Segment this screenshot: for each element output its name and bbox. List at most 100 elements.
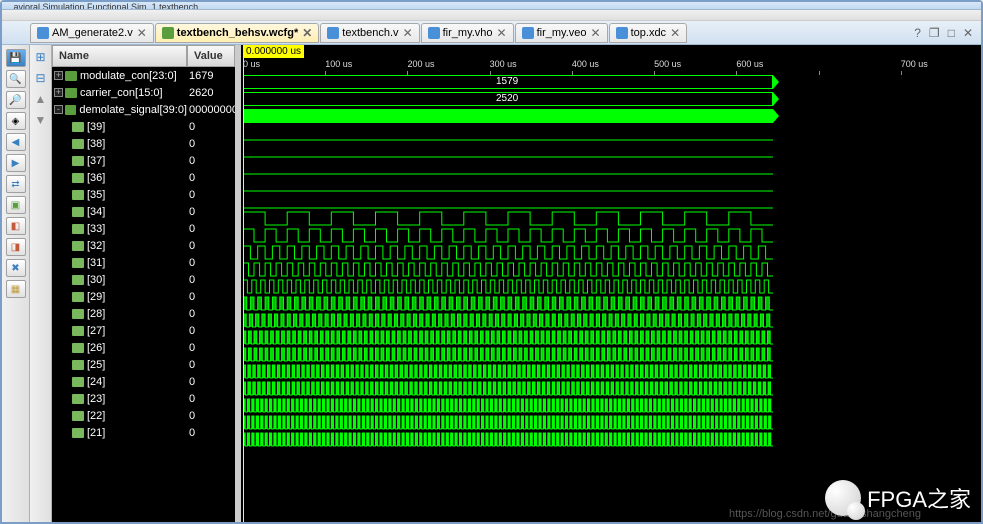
- signal-value[interactable]: 0: [187, 390, 235, 407]
- signal-value[interactable]: 0: [187, 237, 235, 254]
- waveform-viewer[interactable]: 0.000000 us 0 us100 us200 us300 us400 us…: [241, 45, 981, 522]
- bit-waveform[interactable]: [243, 228, 773, 243]
- signal-value[interactable]: 0: [187, 305, 235, 322]
- tab-5[interactable]: top.xdc✕: [609, 23, 688, 43]
- signal-name-row[interactable]: +carrier_con[15:0]: [52, 84, 187, 101]
- close-icon[interactable]: ✕: [137, 26, 147, 40]
- close-icon[interactable]: ✕: [670, 26, 680, 40]
- bit-waveform[interactable]: [243, 177, 773, 192]
- move-down-icon[interactable]: ▼: [33, 112, 49, 128]
- name-header[interactable]: Name: [52, 45, 187, 67]
- signal-name-row[interactable]: +modulate_con[23:0]: [52, 67, 187, 84]
- signal-name-row[interactable]: [32]: [52, 237, 187, 254]
- bit-waveform[interactable]: [243, 160, 773, 175]
- bit-waveform[interactable]: [243, 364, 773, 379]
- restore-icon[interactable]: ❐: [929, 26, 940, 40]
- bit-waveform[interactable]: [243, 126, 773, 141]
- swap-button[interactable]: ⇄: [6, 175, 26, 193]
- signal-value[interactable]: 0: [187, 254, 235, 271]
- signal-name-row[interactable]: [24]: [52, 373, 187, 390]
- close-panel-icon[interactable]: ✕: [963, 26, 973, 40]
- tab-4[interactable]: fir_my.veo✕: [515, 23, 608, 43]
- cursor-line[interactable]: [243, 45, 244, 522]
- signal-value[interactable]: 0: [187, 220, 235, 237]
- signal-name-row[interactable]: [30]: [52, 271, 187, 288]
- collapse-tool-icon[interactable]: ⊟: [33, 70, 49, 86]
- signal-value[interactable]: 0: [187, 118, 235, 135]
- bit-waveform[interactable]: [243, 330, 773, 345]
- signal-name-row[interactable]: [39]: [52, 118, 187, 135]
- close-icon[interactable]: ✕: [591, 26, 601, 40]
- signal-value[interactable]: 0: [187, 186, 235, 203]
- bit-waveform[interactable]: [243, 211, 773, 226]
- close-icon[interactable]: ✕: [302, 26, 312, 40]
- bit-waveform[interactable]: [243, 245, 773, 260]
- signal-value[interactable]: 0: [187, 339, 235, 356]
- zoom-in-button[interactable]: 🔍: [6, 70, 26, 88]
- signal-value[interactable]: 1679: [187, 67, 235, 84]
- signal-name-row[interactable]: [27]: [52, 322, 187, 339]
- signal-value[interactable]: 00000000: [187, 101, 235, 118]
- signal-value[interactable]: 0: [187, 373, 235, 390]
- maximize-icon[interactable]: □: [948, 26, 955, 40]
- tab-0[interactable]: AM_generate2.v✕: [30, 23, 154, 43]
- signal-value[interactable]: 0: [187, 288, 235, 305]
- signal-value[interactable]: 0: [187, 424, 235, 441]
- signal-name-row[interactable]: [36]: [52, 169, 187, 186]
- bit-waveform[interactable]: [243, 415, 773, 430]
- bit-waveform[interactable]: [243, 262, 773, 277]
- signal-name-row[interactable]: [35]: [52, 186, 187, 203]
- bit-waveform[interactable]: [243, 432, 773, 447]
- signal-value[interactable]: 0: [187, 203, 235, 220]
- expand-icon[interactable]: -: [54, 105, 63, 114]
- bit-waveform[interactable]: [243, 347, 773, 362]
- value-header[interactable]: Value: [187, 45, 235, 67]
- move-up-icon[interactable]: ▲: [33, 91, 49, 107]
- tab-3[interactable]: fir_my.vho✕: [421, 23, 514, 43]
- prev-edge-button[interactable]: ◀: [6, 133, 26, 151]
- remove-button[interactable]: ✖: [6, 259, 26, 277]
- close-icon[interactable]: ✕: [403, 26, 413, 40]
- signal-value[interactable]: 0: [187, 271, 235, 288]
- signal-name-row[interactable]: [28]: [52, 305, 187, 322]
- zoom-out-button[interactable]: 🔎: [6, 91, 26, 109]
- signal-name-row[interactable]: [31]: [52, 254, 187, 271]
- bit-waveform[interactable]: [243, 143, 773, 158]
- menubar[interactable]: [2, 10, 981, 21]
- prev-marker-button[interactable]: ◧: [6, 217, 26, 235]
- save-button[interactable]: 💾: [6, 49, 26, 67]
- signal-name-row[interactable]: [33]: [52, 220, 187, 237]
- bit-waveform[interactable]: [243, 398, 773, 413]
- signal-name-row[interactable]: [37]: [52, 152, 187, 169]
- signal-name-row[interactable]: [23]: [52, 390, 187, 407]
- tab-2[interactable]: textbench.v✕: [320, 23, 419, 43]
- signal-value[interactable]: 0: [187, 407, 235, 424]
- bus-waveform[interactable]: [243, 109, 773, 123]
- next-marker-button[interactable]: ◨: [6, 238, 26, 256]
- bit-waveform[interactable]: [243, 296, 773, 311]
- signal-value[interactable]: 0: [187, 169, 235, 186]
- bit-waveform[interactable]: [243, 194, 773, 209]
- signal-value[interactable]: 0: [187, 135, 235, 152]
- signal-name-row[interactable]: [29]: [52, 288, 187, 305]
- next-edge-button[interactable]: ▶: [6, 154, 26, 172]
- zoom-fit-button[interactable]: ◈: [6, 112, 26, 130]
- expand-icon[interactable]: +: [54, 88, 63, 97]
- bit-waveform[interactable]: [243, 279, 773, 294]
- signal-name-row[interactable]: -demolate_signal[39:0]: [52, 101, 187, 118]
- signal-name-row[interactable]: [22]: [52, 407, 187, 424]
- signal-value[interactable]: 2620: [187, 84, 235, 101]
- tab-1[interactable]: textbench_behsv.wcfg*✕: [155, 23, 320, 43]
- bit-waveform[interactable]: [243, 313, 773, 328]
- bit-waveform[interactable]: [243, 381, 773, 396]
- signal-name-row[interactable]: [38]: [52, 135, 187, 152]
- signal-value[interactable]: 0: [187, 356, 235, 373]
- group-button[interactable]: ▦: [6, 280, 26, 298]
- time-ruler[interactable]: 0 us100 us200 us300 us400 us500 us600 us…: [241, 59, 981, 73]
- signal-value[interactable]: 0: [187, 322, 235, 339]
- help-icon[interactable]: ?: [914, 26, 921, 40]
- close-icon[interactable]: ✕: [497, 26, 507, 40]
- signal-name-row[interactable]: [34]: [52, 203, 187, 220]
- expand-icon[interactable]: +: [54, 71, 63, 80]
- expand-tool-icon[interactable]: ⊞: [33, 49, 49, 65]
